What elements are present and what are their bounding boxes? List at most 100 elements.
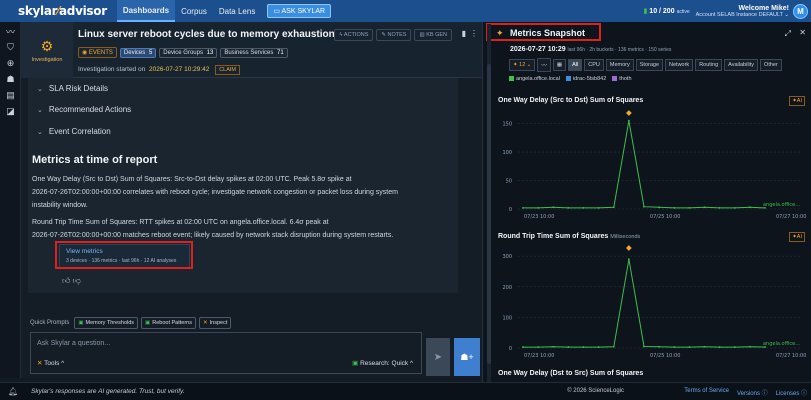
filter-all[interactable]: All [568,59,583,71]
notes-label: NOTES [387,32,407,38]
filter-memory[interactable]: Memory [605,59,634,71]
active-counter: ▮ 10 / 200 active [643,7,689,15]
y-tick-label: 0 [509,346,512,352]
legend-label: idrac-5tsb842 [572,76,607,82]
thumbs-up-icon[interactable]: 👍︎ [62,276,70,285]
account-instance-selector[interactable]: Account SELAB Instance DEFAULT ⌄ [696,12,789,18]
highlight-box-snapshot [486,23,601,41]
metric-filter-bar: ✦ 12 ⌄ 〰 ▦ All CPU Memory Storage Networ… [509,58,782,72]
y-tick-label: 50 [506,179,512,185]
series-label: angela.office... [763,202,800,208]
chart-title: One Way Delay (Dst to Src) Sum of Square… [498,370,644,377]
events-icon: ◉ [82,50,89,56]
groups-count: 13 [206,49,214,56]
x-tick-label: 07/27 10:00 [776,353,806,359]
tools-label: Tools ^ [44,360,65,367]
legend-item[interactable]: idrac-5tsb842 [565,76,607,82]
device-groups-tag[interactable]: Device Groups 13 [159,47,218,58]
nav-dashboards[interactable]: Dashboards [116,0,176,22]
filter-storage[interactable]: Storage [635,59,664,71]
data-point [673,206,676,209]
logo-accent-text: advisor [59,4,107,18]
header-buttons: ϟ ACTIONS ✎ NOTES ▥ KB GEN [334,29,452,41]
terms-link[interactable]: Terms of Service [684,388,729,397]
quick-prompt-reboot[interactable]: ▣ Reboot Patterns [141,317,196,329]
data-point [703,345,706,348]
send-icon: ➤ [433,351,443,363]
y-tick-label: 200 [502,285,512,291]
shield-icon[interactable]: ⛉ [0,40,21,54]
users-icon[interactable]: ☗ [0,72,21,86]
y-tick-label: 150 [502,122,512,128]
data-point [718,206,721,209]
chart-svg: 0 100 200 300 07/23 10:00 07/25 10:00 07/27 10… [502,245,806,359]
events-tag[interactable]: ◉ EVENTS [78,47,117,58]
filter-network[interactable]: Network [665,59,694,71]
thumbs-down-icon[interactable]: 👎︎ [73,276,81,285]
app-logo[interactable]: skylar⁄advisor [18,4,107,18]
kb-gen-button[interactable]: ▥ KB GEN [414,29,452,41]
kb-gen-label: KB GEN [426,32,447,38]
section-event-correlation[interactable]: ⌄ Event Correlation [37,127,111,136]
legend-item[interactable]: thoth [612,76,632,82]
add-participant-button[interactable]: ☗+ [454,338,480,376]
ai-analyses-toggle[interactable]: ✦ 12 ⌄ [509,59,536,71]
nav-data-lens[interactable]: Data Lens [213,0,261,22]
expand-icon[interactable]: ⤢ [785,29,791,39]
line-view-icon[interactable]: 〰 [537,58,551,72]
send-button[interactable]: ➤ [426,338,450,376]
quick-prompt-inspect[interactable]: ✕ Inspect [199,317,232,329]
ai-badge[interactable]: ✦AI [789,232,805,242]
chat-icon[interactable]: ▤ [0,88,21,102]
data-point [552,206,555,209]
footer: 🔔︎ Skylar's responses are AI generated. … [0,382,811,400]
devices-tag[interactable]: Devices 5 [119,47,157,58]
research-mode-selector[interactable]: ▣ Research: Quick ^ [352,359,413,367]
bell-icon[interactable]: 🔔︎ [8,387,18,396]
footer-links: Terms of Service Versions ⓘ Licenses ⓘ [684,388,807,397]
section-recommended-actions[interactable]: ⌄ Recommended Actions [37,105,131,114]
welcome-block: Welcome Mike! Account SELAB Instance DEF… [696,5,789,18]
notes-button[interactable]: ✎ NOTES [376,29,412,41]
events-label: EVENTS [88,50,113,56]
licenses-link[interactable]: Licenses ⓘ [776,388,807,397]
actions-button[interactable]: ϟ ACTIONS [334,29,374,41]
legend-item[interactable]: angela.office.local [509,76,560,82]
research-label: Research: Quick ^ [360,360,413,367]
filter-availability[interactable]: Availability [724,59,759,71]
data-point [643,205,645,208]
ask-skylar-button[interactable]: ▭ ASK SKYLAR [267,4,332,18]
activity-icon[interactable]: 〰 [0,24,21,38]
legend-swatch [565,76,571,82]
ask-input[interactable]: Ask Skylar a question... ✕ Tools ^ ▣ Res… [30,332,422,374]
data-point [733,346,736,348]
chevron-down-icon: ⌄ [37,129,43,136]
versions-link[interactable]: Versions ⓘ [737,388,768,397]
chip-label: Reboot Patterns [152,320,192,326]
filter-cpu[interactable]: CPU [584,59,604,71]
started-label: Investigation started on [78,66,146,73]
series-label: angela.office... [763,341,800,347]
claim-button[interactable]: CLAIM [215,65,241,75]
search-icon[interactable]: ⊕ [0,56,21,70]
bookmark-icon[interactable]: ▮ [462,29,466,38]
main-nav: Dashboards Corpus Data Lens ▭ ASK SKYLAR [116,0,332,22]
services-label: Business Services [224,49,274,56]
data-point [567,206,570,209]
tag-icon[interactable]: ◪ [0,104,21,118]
business-services-tag[interactable]: Business Services 71 [220,47,288,58]
para1-line2: 2026-07-26T02:00:00+00:00 correlates wit… [32,189,398,196]
close-icon[interactable]: ✕ [799,28,806,37]
filter-routing[interactable]: Routing [695,59,723,71]
nav-corpus[interactable]: Corpus [175,0,213,22]
avatar[interactable]: M [793,3,808,19]
ai-badge[interactable]: ✦AI [789,96,805,106]
grid-view-icon[interactable]: ▦ [552,59,567,71]
data-point [522,346,524,348]
filter-other[interactable]: Other [760,59,782,71]
quick-prompt-memory[interactable]: ▣ Memory Thresholds [74,317,139,329]
data-point [688,206,691,209]
section-sla-risk[interactable]: ⌄ SLA Risk Details [37,84,108,93]
more-icon[interactable]: ⋮ [470,29,478,38]
tools-menu[interactable]: ✕ Tools ^ [37,359,64,367]
